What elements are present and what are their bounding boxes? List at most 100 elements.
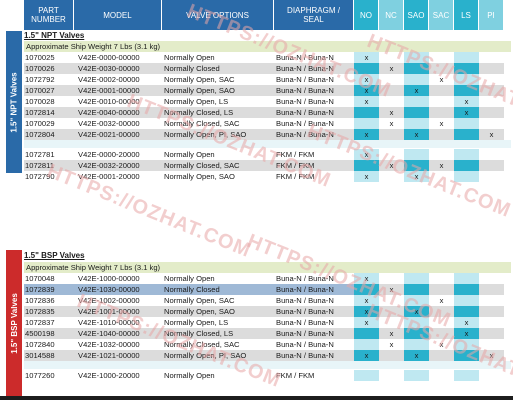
table-row: 1077260 V42E-1000-20000 Normally Open FKM /… [24, 370, 504, 381]
npt-side-text: 1.5" NPT Valves [9, 71, 19, 133]
option-mark-cell [454, 284, 479, 295]
header-sao: SAO [404, 0, 429, 30]
option-mark-cell [479, 306, 504, 317]
option-mark-cell [479, 107, 504, 118]
header-part-number: PART NUMBER [24, 0, 74, 30]
header-valve-options: VALVE OPTIONS [162, 0, 274, 30]
blank-spacer-row [24, 361, 511, 369]
table-row: 1072835 V42E-1001-00000 Normally Open, SAO… [24, 306, 504, 317]
valve-options-cell: Normally Closed, LS [162, 328, 274, 339]
option-mark-cell [354, 63, 379, 74]
option-mark-cell [379, 306, 404, 317]
option-mark-cell: x [354, 295, 379, 306]
option-mark-cell: x [354, 317, 379, 328]
option-mark-cell: x [354, 171, 379, 182]
option-mark-cell [404, 328, 429, 339]
diaphragm-seal-cell: Buna-N / Buna-N [276, 318, 334, 327]
option-mark-cell: x [379, 63, 404, 74]
option-mark-cell: x [354, 306, 379, 317]
option-mark-cell [454, 118, 479, 129]
model-cell: V42E-0000-00000 [78, 53, 140, 62]
part-number-cell: 1072835 [24, 306, 74, 317]
part-number-cell: 1072811 [24, 160, 74, 171]
part-number-cell: 1070027 [24, 85, 74, 96]
part-number-cell: 1072790 [25, 172, 55, 181]
diaphragm-seal-cell: Buna-N / Buna-N [274, 328, 354, 339]
option-mark-cell [379, 350, 404, 361]
option-mark-cell [379, 52, 404, 63]
option-mark-cell: x [429, 339, 454, 350]
option-mark-cell [454, 295, 479, 306]
option-mark-cell [404, 339, 429, 350]
option-mark-cell [479, 317, 504, 328]
option-mark-cell: x [379, 284, 404, 295]
part-number-cell: 1070028 [25, 97, 55, 106]
model-cell: V42E-0000-20000 [78, 150, 140, 159]
option-mark-cell [454, 129, 479, 140]
part-number-cell: 1070025 [25, 53, 55, 62]
option-mark-cell: x [404, 171, 429, 182]
option-mark-cell [454, 63, 479, 74]
valve-options-cell: Normally Closed, SAC [164, 119, 240, 128]
option-mark-cell [454, 306, 479, 317]
valve-options-cell: Normally Open, SAO [162, 85, 274, 96]
header-ls: LS [454, 0, 479, 30]
diaphragm-seal-cell: Buna-N / Buna-N [274, 129, 354, 140]
model-cell: V42E-1030-00000 [74, 284, 162, 295]
option-mark-cell [454, 52, 479, 63]
option-mark-cell: x [379, 107, 404, 118]
table-row: 1072839 V42E-1030-00000 Normally Closed Bun… [24, 284, 504, 295]
option-mark-cell [404, 74, 429, 85]
option-mark-cell [429, 63, 454, 74]
option-mark-cell: x [354, 74, 379, 85]
table-row: 1072804 V42E-0021-00000 Normally Open, PI,… [24, 129, 504, 140]
option-mark-cell [479, 52, 504, 63]
table-row: 4500198 V42E-1040-00000 Normally Closed, L… [24, 328, 504, 339]
option-mark-cell [479, 273, 504, 284]
option-mark-cell [429, 284, 454, 295]
table-row: 1070029 V42E-0032-00000 Normally Closed, S… [24, 118, 504, 129]
table-row: 1072811 V42E-0032-20000 Normally Closed, S… [24, 160, 504, 171]
valve-options-cell: Normally Closed, LS [162, 107, 274, 118]
option-mark-cell [379, 74, 404, 85]
option-mark-cell [479, 339, 504, 350]
model-cell: V42E-1000-20000 [78, 371, 140, 380]
option-mark-cell [354, 370, 379, 381]
diaphragm-seal-cell: Buna-N / Buna-N [276, 119, 334, 128]
option-mark-cell [379, 295, 404, 306]
option-mark-cell [479, 328, 504, 339]
diaphragm-seal-cell: FKM / FKM [276, 150, 315, 159]
option-mark-cell: x [454, 107, 479, 118]
part-number-cell: 3014588 [24, 350, 74, 361]
diaphragm-seal-cell: FKM / FKM [276, 172, 315, 181]
option-mark-cell [379, 129, 404, 140]
option-mark-cell [404, 118, 429, 129]
part-number-cell: 1072814 [24, 107, 74, 118]
model-cell: V42E-0030-00000 [74, 63, 162, 74]
option-mark-cell: x [454, 96, 479, 107]
table-header: PART NUMBER MODEL VALVE OPTIONS DIAPHRAG… [24, 0, 504, 30]
valve-options-cell: Normally Open, SAO [164, 172, 235, 181]
diaphragm-seal-cell: Buna-N / Buna-N [276, 97, 334, 106]
valve-options-cell: Normally Open [164, 274, 215, 283]
header-no: NO [354, 0, 379, 30]
part-number-cell: 1070026 [24, 63, 74, 74]
valve-options-cell: Normally Closed [162, 63, 274, 74]
table-row: 1070027 V42E-0001-00000 Normally Open, SAO… [24, 85, 504, 96]
table-row: 1072792 V42E-0002-00000 Normally Open, SAC… [24, 74, 504, 85]
option-mark-cell [479, 295, 504, 306]
option-mark-cell [354, 328, 379, 339]
option-mark-cell [454, 149, 479, 160]
model-cell: V42E-1010-00000 [78, 318, 140, 327]
table-row: 3014588 V42E-1021-00000 Normally Open, PI,… [24, 350, 504, 361]
option-mark-cell [479, 96, 504, 107]
model-cell: V42E-0010-00000 [78, 97, 140, 106]
part-number-cell: 4500198 [24, 328, 74, 339]
npt-side-label: 1.5" NPT Valves [6, 31, 22, 173]
option-mark-cell [379, 370, 404, 381]
valve-options-cell: Normally Open [164, 150, 215, 159]
option-mark-cell: x [454, 317, 479, 328]
model-cell: V42E-1001-00000 [74, 306, 162, 317]
option-mark-cell: x [429, 160, 454, 171]
option-mark-cell: x [429, 118, 454, 129]
